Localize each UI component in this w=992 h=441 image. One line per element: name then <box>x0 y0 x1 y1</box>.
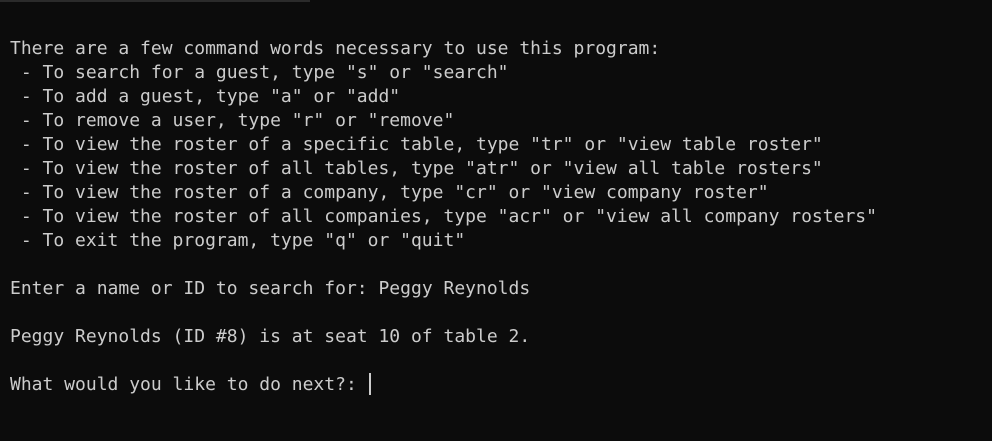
command-line-all-company-rosters: - To view the roster of all companies, t… <box>10 206 877 227</box>
command-line-search: - To search for a guest, type "s" or "se… <box>10 62 509 83</box>
command-line-add: - To add a guest, type "a" or "add" <box>10 86 401 107</box>
search-input-echo: Peggy Reynolds <box>378 278 531 299</box>
next-prompt-line[interactable]: What would you like to do next?: <box>10 373 992 397</box>
next-prompt: What would you like to do next?: <box>10 374 368 395</box>
command-line-all-table-rosters: - To view the roster of all tables, type… <box>10 158 823 179</box>
search-prompt-line: Enter a name or ID to search for: Peggy … <box>10 277 992 301</box>
command-line-company-roster: - To view the roster of a company, type … <box>10 182 769 203</box>
search-prompt: Enter a name or ID to search for: <box>10 278 379 299</box>
command-line-remove: - To remove a user, type "r" or "remove" <box>10 110 455 131</box>
terminal-window[interactable]: There are a few command words necessary … <box>0 0 992 441</box>
search-result: Peggy Reynolds (ID #8) is at seat 10 of … <box>10 326 531 347</box>
command-line-table-roster: - To view the roster of a specific table… <box>10 134 823 155</box>
intro-text: There are a few command words necessary … <box>10 38 661 59</box>
window-top-edge <box>0 0 310 2</box>
text-cursor <box>368 373 371 395</box>
command-line-quit: - To exit the program, type "q" or "quit… <box>10 230 466 251</box>
